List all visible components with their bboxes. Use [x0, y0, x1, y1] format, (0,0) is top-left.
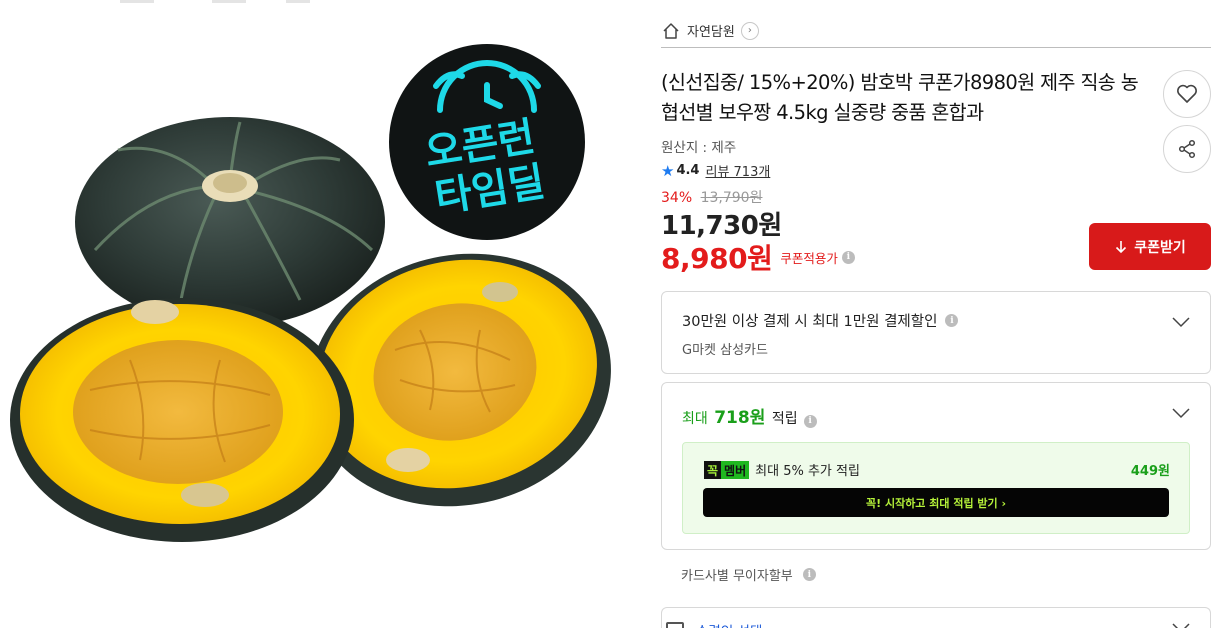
star-icon: ★	[661, 161, 675, 180]
points-amount: 718원	[714, 408, 766, 428]
discount-rate: 34%	[661, 190, 693, 206]
coupon-price-label: 쿠폰적용가	[780, 250, 838, 266]
coupon-price-row: 8,980원 쿠폰적용가 i	[661, 237, 855, 277]
recipient-option-panel[interactable]: 수령인 선택	[661, 607, 1211, 628]
installment-row[interactable]: 카드사별 무이자할부 i	[681, 565, 816, 584]
member-text: 최대 5% 추가 적립	[755, 464, 860, 479]
product-title: (신선집중/ 15%+20%) 밤호박 쿠폰가8980원 제주 직송 농협선별 …	[661, 71, 1139, 124]
info-icon[interactable]: i	[802, 568, 816, 581]
share-icon	[1178, 139, 1196, 159]
share-button[interactable]	[1163, 125, 1211, 173]
card-benefit-panel[interactable]: 30만원 이상 결제 시 최대 1만원 결제할인 i G마켓 삼성카드	[661, 291, 1211, 374]
chevron-right-icon[interactable]: ›	[740, 21, 759, 40]
member-benefit-box: 꼭 멤버 최대 5% 추가 적립 449원 꼭! 시작하고 최대 적립 받기 ›	[682, 442, 1190, 534]
home-icon	[661, 21, 681, 41]
coupon-price: 8,980원	[661, 242, 773, 275]
original-price: 13,790원	[700, 190, 763, 206]
member-cta-button[interactable]: 꼭! 시작하고 최대 적립 받기 ›	[703, 488, 1169, 517]
card-benefit-title-row: 30만원 이상 결제 시 최대 1만원 결제할인 i	[682, 310, 959, 331]
origin-info: 원산지 : 제주	[661, 140, 737, 156]
product-info: 자연담원 › (신선집중/ 15%+20%) 밤호박 쿠폰가8980원 제주 직…	[661, 0, 1211, 628]
chevron-down-icon[interactable]	[1172, 622, 1190, 628]
product-image: 오픈런 타임딜	[0, 0, 612, 628]
seller-bar: 자연담원 ›	[661, 14, 1211, 48]
pumpkin-illustration: 오픈런 타임딜	[10, 0, 611, 542]
chevron-down-icon[interactable]	[1172, 316, 1190, 328]
member-logo-k: 꼭	[704, 460, 722, 479]
wishlist-button[interactable]	[1163, 70, 1211, 118]
points-suffix: 적립	[771, 411, 798, 427]
info-icon[interactable]: i	[841, 250, 855, 264]
info-icon[interactable]: i	[803, 414, 817, 428]
member-logo-m: 멤버	[721, 460, 750, 479]
coupon-button-label: 쿠폰받기	[1134, 239, 1186, 256]
review-link[interactable]: 리뷰 713개	[705, 161, 770, 180]
member-row: 꼭 멤버 최대 5% 추가 적립 449원	[704, 460, 1170, 479]
member-amount: 449원	[1130, 464, 1170, 479]
points-prefix: 최대	[682, 411, 708, 427]
discount-row: 34% 13,790원	[661, 187, 762, 207]
coupon-button[interactable]: 쿠폰받기	[1089, 223, 1211, 270]
heart-icon	[1177, 84, 1197, 103]
recipient-option-label: 수령인 선택	[696, 620, 762, 628]
member-logo: 꼭 멤버	[704, 460, 750, 479]
card-benefit-title: 30만원 이상 결제 시 최대 1만원 결제할인	[682, 314, 938, 330]
truck-icon	[666, 622, 684, 628]
seller-name[interactable]: 자연담원	[687, 21, 735, 40]
card-benefit-sub: G마켓 삼성카드	[682, 343, 768, 358]
chevron-down-icon[interactable]	[1172, 407, 1190, 419]
info-icon[interactable]: i	[945, 314, 959, 327]
installment-label: 카드사별 무이자할부	[681, 569, 793, 584]
rating-value: 4.4	[676, 163, 700, 178]
download-arrow-icon	[1116, 240, 1127, 253]
points-title: 최대 718원 적립 i	[682, 403, 817, 428]
rating-row: ★ 4.4 리뷰 713개	[661, 161, 770, 181]
points-panel: 최대 718원 적립 i 꼭 멤버 최대 5% 추가 적립 449원 꼭! 시작…	[661, 382, 1211, 550]
